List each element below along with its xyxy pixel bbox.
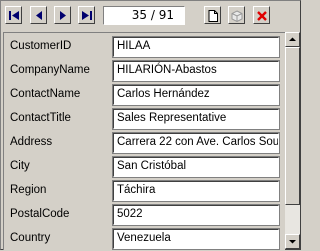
delete-record-icon — [257, 11, 267, 21]
field-label: CompanyName — [10, 64, 90, 76]
field-row-region: Region Táchira — [4, 179, 285, 203]
scroll-down-button[interactable] — [285, 234, 300, 249]
vertical-scrollbar[interactable] — [285, 32, 300, 249]
scroll-down-arrow-icon — [289, 240, 296, 244]
first-record-button[interactable] — [5, 6, 22, 24]
field-label: ContactTitle — [10, 112, 71, 124]
field-label: ContactName — [10, 88, 81, 100]
field-row-contactname: ContactName Carlos Hernández — [4, 83, 285, 107]
record-position-field[interactable]: 35 / 91 — [103, 6, 185, 25]
scroll-up-button[interactable] — [285, 32, 300, 47]
postalcode-field[interactable]: 5022 — [112, 204, 280, 226]
save-record-button[interactable] — [228, 6, 245, 24]
last-record-icon — [82, 11, 92, 20]
field-label: Region — [10, 184, 47, 196]
field-label: Address — [10, 136, 53, 148]
next-record-button[interactable] — [54, 6, 71, 24]
field-row-postalcode: PostalCode 5022 — [4, 203, 285, 227]
delete-record-button[interactable] — [253, 6, 270, 24]
next-record-icon — [60, 11, 66, 20]
field-label: CustomerID — [10, 40, 72, 52]
scroll-up-arrow-icon — [289, 37, 296, 41]
last-record-button[interactable] — [78, 6, 95, 24]
address-field[interactable]: Carrera 22 con Ave. Carlos Soublette — [112, 132, 280, 154]
field-label: Country — [10, 232, 51, 244]
companyname-field[interactable]: HILARIÓN-Abastos — [112, 60, 280, 82]
contactname-field[interactable]: Carlos Hernández — [112, 84, 280, 106]
field-label: City — [10, 160, 30, 172]
field-row-address: Address Carrera 22 con Ave. Carlos Soubl… — [4, 131, 285, 155]
field-row-city: City San Cristóbal — [4, 155, 285, 179]
field-row-customerid: CustomerID HILAA — [4, 35, 285, 59]
prev-record-icon — [36, 11, 42, 20]
field-row-country: Country Venezuela — [4, 227, 285, 250]
scroll-thumb[interactable] — [285, 47, 300, 205]
contacttitle-field[interactable]: Sales Representative — [112, 108, 280, 130]
customerid-field[interactable]: HILAA — [112, 36, 280, 58]
record-form: CustomerID HILAA CompanyName HILARIÓN-Ab… — [3, 32, 285, 250]
city-field[interactable]: San Cristóbal — [112, 156, 280, 178]
country-field[interactable]: Venezuela — [112, 228, 280, 250]
field-row-companyname: CompanyName HILARIÓN-Abastos — [4, 59, 285, 83]
region-field[interactable]: Táchira — [112, 180, 280, 202]
new-record-icon — [208, 10, 218, 22]
field-row-contacttitle: ContactTitle Sales Representative — [4, 107, 285, 131]
save-record-icon — [231, 10, 243, 22]
first-record-icon — [9, 11, 19, 20]
record-form-window: 35 / 91 CustomerID HILAA CompanyName HIL… — [0, 0, 301, 250]
field-label: PostalCode — [10, 208, 70, 220]
prev-record-button[interactable] — [30, 6, 47, 24]
new-record-button[interactable] — [204, 6, 221, 24]
